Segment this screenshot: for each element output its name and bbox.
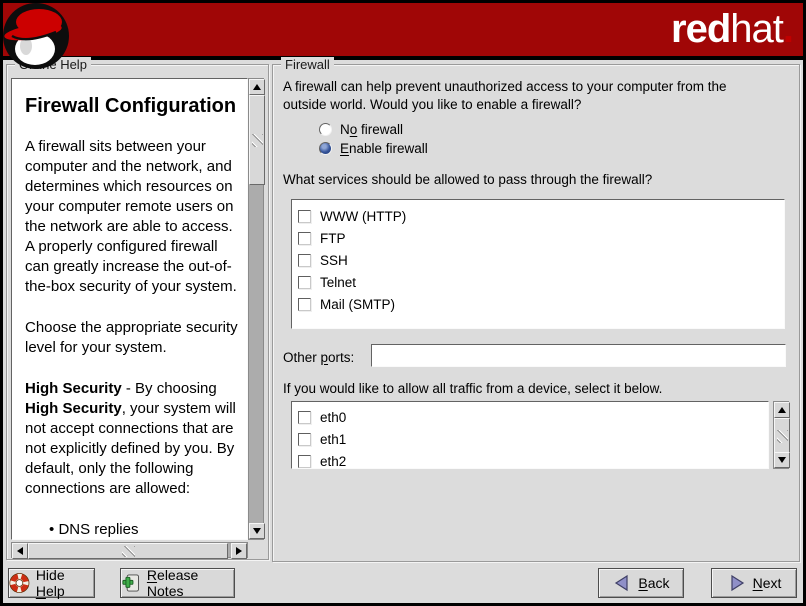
scroll-left-button[interactable] bbox=[12, 543, 28, 559]
device-eth2[interactable]: eth2 bbox=[292, 450, 768, 469]
next-label: Next bbox=[753, 575, 782, 591]
service-mail-smtp[interactable]: Mail (SMTP) bbox=[292, 293, 784, 315]
service-label: SSH bbox=[320, 253, 348, 268]
document-plus-icon bbox=[121, 572, 141, 594]
devices-instruction: If you would like to allow all traffic f… bbox=[283, 380, 783, 398]
radio-button-icon[interactable] bbox=[319, 123, 332, 136]
scrollbar-thumb[interactable] bbox=[249, 95, 265, 185]
arrow-down-icon bbox=[253, 528, 261, 534]
help-horizontal-scrollbar[interactable] bbox=[11, 542, 248, 558]
checkbox-icon[interactable] bbox=[298, 210, 311, 223]
services-question: What services should be allowed to pass … bbox=[283, 171, 783, 189]
help-title: Firewall Configuration bbox=[25, 93, 243, 119]
scrollbar-thumb[interactable] bbox=[28, 543, 228, 559]
help-paragraph-3: High Security - By choosing High Securit… bbox=[25, 379, 243, 499]
firewall-frame-label: Firewall bbox=[281, 57, 334, 72]
service-label: WWW (HTTP) bbox=[320, 209, 406, 224]
device-eth0[interactable]: eth0 bbox=[292, 406, 768, 428]
redhat-shadowman-logo bbox=[2, 2, 70, 70]
help-bold-high-security: High Security bbox=[25, 380, 122, 397]
back-button[interactable]: Back bbox=[598, 568, 684, 598]
radio-enable-firewall[interactable]: Enable firewall bbox=[319, 141, 428, 156]
radio-no-firewall-label: No firewall bbox=[340, 122, 403, 137]
service-label: Mail (SMTP) bbox=[320, 297, 395, 312]
redhat-wordmark: redhat. bbox=[671, 6, 793, 52]
hide-help-label: Hide Help bbox=[36, 567, 94, 599]
help-vertical-scrollbar[interactable] bbox=[248, 78, 264, 540]
radio-enable-firewall-label: Enable firewall bbox=[340, 141, 428, 156]
scroll-down-button[interactable] bbox=[249, 523, 265, 539]
wordmark-dot: . bbox=[783, 7, 793, 51]
wordmark-bold: red bbox=[671, 7, 730, 51]
service-ssh[interactable]: SSH bbox=[292, 249, 784, 271]
scroll-up-button[interactable] bbox=[249, 79, 265, 95]
device-label: eth2 bbox=[320, 454, 346, 469]
checkbox-icon[interactable] bbox=[298, 276, 311, 289]
other-ports-input[interactable] bbox=[371, 344, 786, 367]
arrow-left-icon bbox=[17, 547, 23, 555]
checkbox-icon[interactable] bbox=[298, 298, 311, 311]
help-paragraph-1: A firewall sits between your computer an… bbox=[25, 137, 243, 297]
scrollbar-thumb[interactable] bbox=[774, 418, 790, 454]
bullet-glyph: • bbox=[49, 521, 54, 538]
help-bullet-dns-replies: • DNS replies bbox=[25, 520, 243, 540]
scroll-up-button[interactable] bbox=[774, 402, 790, 418]
online-help-panel: Online Help Firewall Configuration A fir… bbox=[6, 64, 269, 560]
help-content-view: Firewall Configuration A firewall sits b… bbox=[11, 78, 248, 540]
help-bold-high-security-2: High Security bbox=[25, 400, 122, 417]
arrow-up-icon bbox=[778, 407, 786, 413]
service-www-http[interactable]: WWW (HTTP) bbox=[292, 205, 784, 227]
devices-scrollbar[interactable] bbox=[773, 401, 789, 469]
checkbox-icon[interactable] bbox=[298, 254, 311, 267]
arrow-down-icon bbox=[778, 457, 786, 463]
service-ftp[interactable]: FTP bbox=[292, 227, 784, 249]
bullet-text: DNS replies bbox=[58, 521, 138, 538]
device-eth1[interactable]: eth1 bbox=[292, 428, 768, 450]
life-preserver-icon bbox=[9, 572, 30, 594]
service-label: FTP bbox=[320, 231, 346, 246]
firewall-panel: Firewall A firewall can help prevent una… bbox=[272, 64, 800, 562]
arrow-right-icon bbox=[236, 547, 242, 555]
hide-help-button[interactable]: Hide Help bbox=[8, 568, 95, 598]
checkbox-icon[interactable] bbox=[298, 232, 311, 245]
other-ports-label: Other ports: bbox=[283, 349, 354, 367]
radio-no-firewall[interactable]: No firewall bbox=[319, 122, 403, 137]
back-label: Back bbox=[638, 575, 669, 591]
scroll-right-button[interactable] bbox=[231, 543, 247, 559]
next-button[interactable]: Next bbox=[711, 568, 797, 598]
firewall-intro-text: A firewall can help prevent unauthorized… bbox=[283, 78, 763, 114]
arrow-right-icon bbox=[727, 574, 747, 592]
arrow-left-icon bbox=[612, 574, 632, 592]
grip-icon bbox=[122, 546, 135, 557]
help-text: Firewall Configuration A firewall sits b… bbox=[12, 79, 248, 540]
checkbox-icon[interactable] bbox=[298, 411, 311, 424]
service-telnet[interactable]: Telnet bbox=[292, 271, 784, 293]
devices-list[interactable]: eth0 eth1 eth2 bbox=[291, 401, 769, 469]
release-notes-label: Release Notes bbox=[147, 567, 234, 599]
header-banner: redhat. bbox=[3, 3, 803, 60]
installer-window: redhat. Online Help Firewall Configurati… bbox=[0, 0, 806, 606]
device-label: eth0 bbox=[320, 410, 346, 425]
help-paragraph-2: Choose the appropriate security level fo… bbox=[25, 318, 243, 358]
grip-icon bbox=[252, 134, 263, 147]
checkbox-icon[interactable] bbox=[298, 433, 311, 446]
scroll-down-button[interactable] bbox=[774, 452, 790, 468]
release-notes-button[interactable]: Release Notes bbox=[120, 568, 235, 598]
device-label: eth1 bbox=[320, 432, 346, 447]
wordmark-light: hat bbox=[730, 7, 783, 51]
checkbox-icon[interactable] bbox=[298, 455, 311, 468]
grip-icon bbox=[777, 430, 788, 443]
help-paragraph-3-mid: - By choosing bbox=[122, 380, 217, 397]
radio-button-selected-icon[interactable] bbox=[319, 142, 332, 155]
service-label: Telnet bbox=[320, 275, 356, 290]
arrow-up-icon bbox=[253, 84, 261, 90]
services-list[interactable]: WWW (HTTP) FTP SSH Telnet Mail (SMTP) bbox=[291, 199, 785, 329]
